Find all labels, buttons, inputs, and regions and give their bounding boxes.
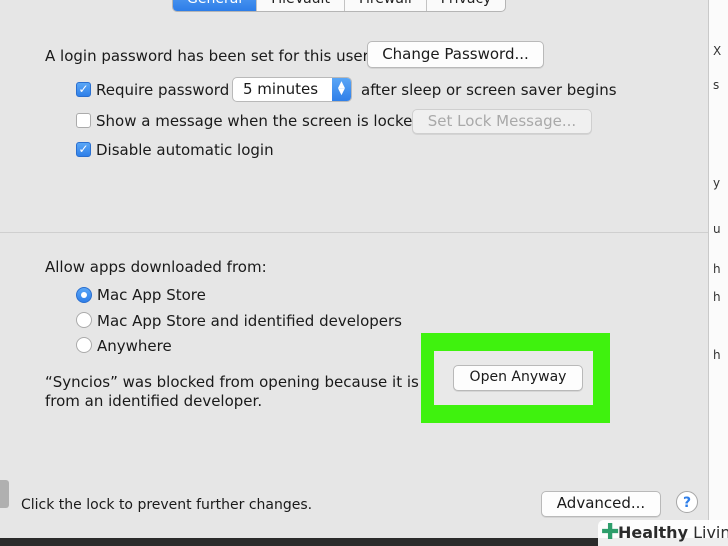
disable-auto-login-checkbox[interactable]: ✓ (76, 142, 91, 157)
chevron-up-down-icon: ▲ ▼ (332, 78, 351, 101)
lock-icon[interactable] (0, 480, 9, 508)
blocked-message-line1: “Syncios” was blocked from opening becau… (45, 373, 421, 391)
strip-char: X (713, 44, 722, 58)
radio-anywhere[interactable] (76, 337, 92, 353)
open-anyway-button[interactable]: Open Anyway (453, 365, 583, 391)
require-password-delay-select[interactable]: 5 minutes ▲ ▼ (232, 77, 352, 102)
highlight-box: Open Anyway (421, 333, 610, 423)
tab-privacy[interactable]: Privacy (427, 0, 506, 11)
tab-firewall[interactable]: Firewall (345, 0, 427, 11)
advanced-button[interactable]: Advanced... (541, 491, 661, 517)
preferences-tabbar: General FileVault Firewall Privacy (172, 0, 507, 12)
disable-auto-login-label: Disable automatic login (96, 141, 274, 159)
watermark-bold: Healthy (618, 523, 688, 542)
strip-char: y (713, 176, 721, 190)
tab-filevault[interactable]: FileVault (257, 0, 345, 11)
watermark: ✚ Healthy Living (598, 520, 728, 546)
radio-mac-app-store-label: Mac App Store (97, 286, 206, 304)
show-message-label: Show a message when the screen is locked (96, 112, 422, 130)
help-button[interactable]: ? (676, 491, 698, 513)
strip-char: h (713, 262, 721, 276)
watermark-text: Healthy Living (618, 523, 728, 542)
background-window-strip: X s y u h h h (708, 0, 728, 546)
radio-identified-developers[interactable] (76, 312, 92, 328)
strip-char: u (713, 222, 721, 236)
radio-identified-developers-label: Mac App Store and identified developers (97, 312, 402, 330)
watermark-light: Living (693, 523, 728, 542)
strip-char: s (713, 78, 720, 92)
lock-text: Click the lock to prevent further change… (21, 497, 313, 513)
section-divider (0, 232, 708, 233)
strip-char: h (713, 290, 721, 304)
plus-logo-icon: ✚ (601, 520, 620, 545)
require-password-label: Require password (96, 81, 230, 99)
allow-apps-heading: Allow apps downloaded from: (45, 258, 267, 276)
show-message-checkbox[interactable] (76, 113, 91, 128)
change-password-button[interactable]: Change Password... (367, 41, 544, 68)
blocked-message-line2: from an identified developer. (45, 392, 263, 410)
radio-anywhere-label: Anywhere (97, 337, 172, 355)
login-password-text: A login password has been set for this u… (45, 47, 369, 65)
require-password-suffix: after sleep or screen saver begins (361, 81, 617, 99)
set-lock-message-button[interactable]: Set Lock Message... (412, 109, 592, 134)
tab-general[interactable]: General (173, 0, 258, 11)
require-password-checkbox[interactable]: ✓ (76, 82, 91, 97)
strip-char: h (713, 348, 721, 362)
select-value: 5 minutes (243, 80, 319, 98)
radio-mac-app-store[interactable] (76, 287, 92, 303)
